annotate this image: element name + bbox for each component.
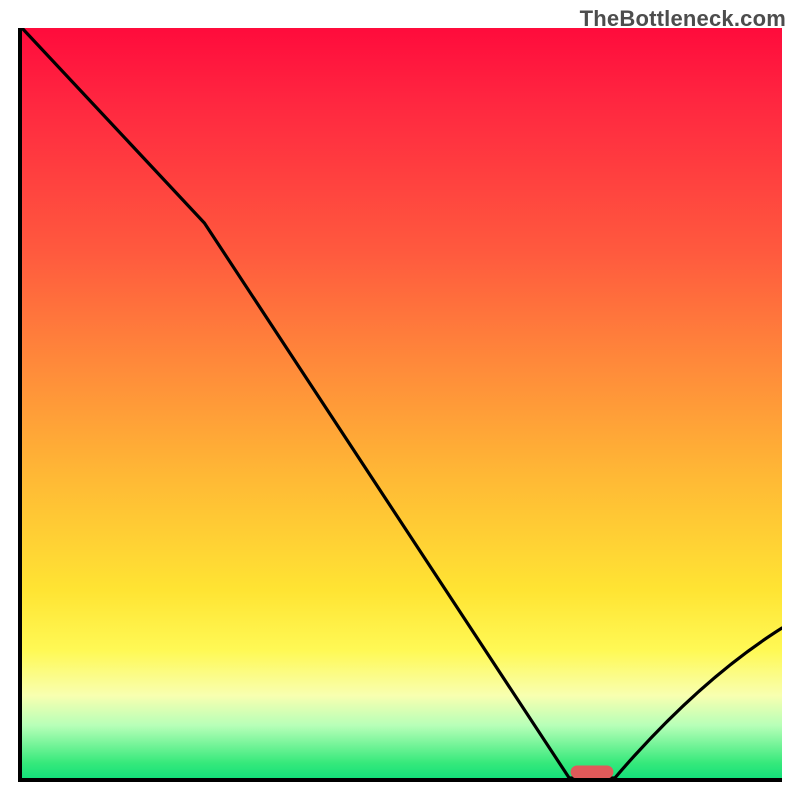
plot-frame xyxy=(18,28,782,782)
chart-container: TheBottleneck.com xyxy=(0,0,800,800)
bottleneck-curve-svg xyxy=(22,28,782,778)
curve-line xyxy=(22,28,782,778)
watermark-text: TheBottleneck.com xyxy=(580,6,786,32)
optimum-marker xyxy=(571,766,613,778)
